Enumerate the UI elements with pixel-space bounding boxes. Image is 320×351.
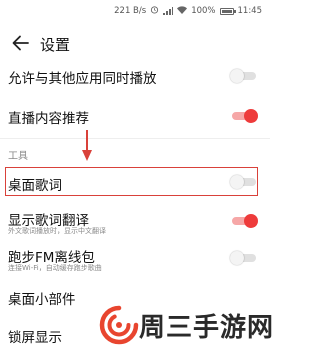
battery-percent: 100% xyxy=(191,6,216,16)
setting-label: 锁屏显示 xyxy=(8,330,62,346)
page-title: 设置 xyxy=(40,36,71,54)
setting-subtitle: 外文歌词播放时，显示中文翻译 xyxy=(8,227,106,235)
highlight-box xyxy=(5,167,258,196)
annotation-arrow-icon xyxy=(82,130,92,161)
network-speed: 221 B/s xyxy=(114,6,147,16)
app-header: 设置 xyxy=(0,26,270,60)
swirl-logo-icon xyxy=(99,305,139,345)
setting-row-running-fm[interactable]: 跑步FM离线包 连接Wi-Fi，自动缓存跑步歌曲 xyxy=(0,243,270,275)
setting-label: 直播内容推荐 xyxy=(8,111,89,127)
setting-label: 允许与其他应用同时播放 xyxy=(8,71,157,87)
back-arrow-icon[interactable] xyxy=(10,32,32,54)
section-divider xyxy=(0,138,270,139)
status-bar: 221 B/s 100% 11:45 xyxy=(0,0,270,20)
clock-time: 11:45 xyxy=(237,6,263,16)
battery-icon xyxy=(219,7,236,15)
watermark-text: 周三手游网 xyxy=(139,313,275,343)
section-header-tools: 工具 xyxy=(8,151,28,162)
alarm-icon xyxy=(150,5,159,17)
wifi-icon xyxy=(177,5,188,17)
setting-row-lyric-translation[interactable]: 显示歌词翻译 外文歌词播放时，显示中文翻译 xyxy=(0,206,270,238)
setting-row-live-recommend[interactable]: 直播内容推荐 xyxy=(0,100,270,130)
setting-label: 桌面小部件 xyxy=(8,292,76,308)
toggle-switch[interactable] xyxy=(230,109,258,123)
status-icons: 221 B/s 100% 11:45 xyxy=(114,5,262,17)
setting-row-concurrent-playback[interactable]: 允许与其他应用同时播放 xyxy=(0,60,270,90)
watermark: 周三手游网 xyxy=(95,301,273,351)
signal-icon xyxy=(163,7,174,15)
toggle-switch[interactable] xyxy=(230,69,258,83)
toggle-switch[interactable] xyxy=(230,251,258,265)
setting-subtitle: 连接Wi-Fi，自动缓存跑步歌曲 xyxy=(8,264,102,272)
toggle-switch[interactable] xyxy=(230,214,258,228)
